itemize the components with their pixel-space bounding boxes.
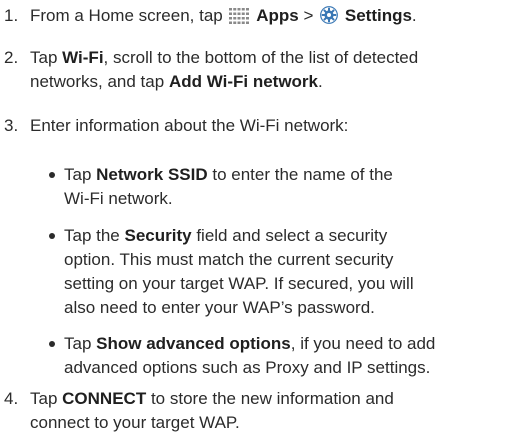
network-ssid-label: Network SSID (96, 165, 208, 184)
bullet-line: also need to enter your WAP’s password. (64, 298, 375, 317)
bullet-line: advanced options such as Proxy and IP se… (64, 358, 431, 377)
bullet-text: Tap Network SSID to enter the name of th… (64, 163, 517, 211)
separator: > (303, 6, 314, 25)
settings-gear-icon (320, 6, 339, 31)
bullet-line: Tap Network SSID to enter the name of th… (64, 163, 517, 187)
add-wifi-network-label: Add Wi-Fi network (168, 72, 318, 91)
step-text: From a Home screen, tap Apps > Settings. (30, 4, 516, 31)
step-text-segment: to store the new information and (150, 389, 394, 408)
apps-label: Apps (256, 6, 299, 25)
step-text-segment: networks, and tap (30, 72, 165, 91)
bullet-dot (49, 341, 55, 347)
bullet-text: Tap Show advanced options, if you need t… (64, 332, 517, 380)
bullet-line: setting on your target WAP. If secured, … (64, 274, 414, 293)
step-text: Enter information about the Wi-Fi networ… (30, 116, 349, 135)
bullet-line: option. This must match the current secu… (64, 250, 394, 269)
apps-grid-icon (229, 7, 250, 31)
step-number: 1. (4, 6, 19, 25)
bullet-text: Tap the Security field and select a secu… (64, 224, 517, 320)
bullet-text-segment: field and select a security (196, 226, 388, 245)
step-line: connect to your target WAP. (30, 413, 240, 432)
step-text: Tap CONNECT to store the new information… (30, 387, 516, 435)
step-line: Tap CONNECT to store the new information… (30, 387, 516, 411)
step-line: networks, and tap Add Wi-Fi network. (30, 70, 516, 94)
period: . (318, 72, 323, 91)
step-text-segment: , scroll to the bottom of the list of de… (103, 48, 419, 67)
period: . (411, 6, 417, 25)
step-text-segment: Tap (30, 389, 58, 408)
bullet-line: Tap the Security field and select a secu… (64, 224, 517, 248)
step-number: 3. (4, 116, 19, 135)
bullet-line: Wi-Fi network. (64, 189, 173, 208)
security-label: Security (124, 226, 192, 245)
step-text-segment: From a Home screen, tap (30, 6, 223, 25)
wifi-label: Wi-Fi (62, 48, 104, 67)
settings-label: Settings (344, 6, 412, 25)
connect-label: CONNECT (62, 389, 147, 408)
bullet-text-segment: Tap (64, 334, 92, 353)
bullet-text-segment: Tap (64, 165, 92, 184)
step-text-segment: Tap (30, 48, 58, 67)
step-number: 2. (4, 48, 19, 67)
bullet-dot (49, 172, 55, 178)
bullet-line: Tap Show advanced options, if you need t… (64, 332, 517, 356)
bullet-dot (49, 233, 55, 239)
bullet-text-segment: Tap the (64, 226, 120, 245)
bullet-text-segment: , if you need to add (290, 334, 436, 353)
show-advanced-options-label: Show advanced options (96, 334, 291, 353)
step-text: Tap Wi-Fi, scroll to the bottom of the l… (30, 46, 516, 94)
step-number: 4. (4, 389, 19, 408)
instruction-page: 1. From a Home screen, tap Apps > Settin… (0, 0, 517, 437)
step-line: Tap Wi-Fi, scroll to the bottom of the l… (30, 46, 516, 70)
bullet-text-segment: to enter the name of the (212, 165, 393, 184)
